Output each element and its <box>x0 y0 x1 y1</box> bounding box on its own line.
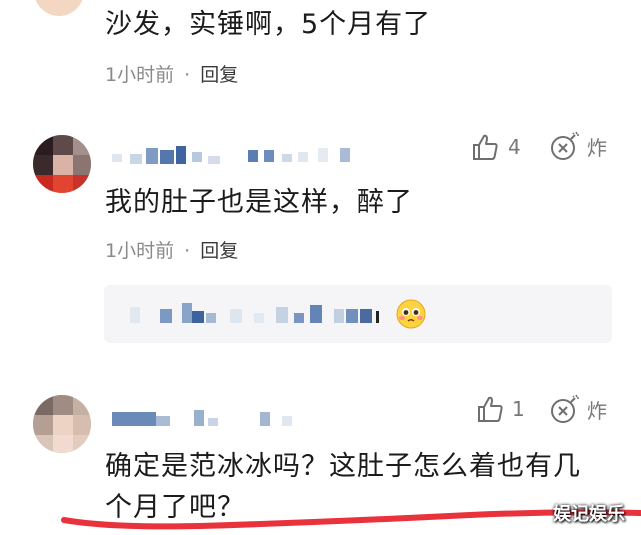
comment-1-text: 沙发，实锤啊，5个月有了 <box>105 9 432 40</box>
watermark: 娱记娱乐 <box>553 504 625 525</box>
comment-1-time: 1小时前 <box>105 64 175 86</box>
comment-2-bomb-label: 炸 <box>587 136 607 160</box>
comment-2-username[interactable] <box>112 146 362 166</box>
comment-2-reply-button[interactable]: 回复 <box>200 240 238 262</box>
comment-3-bomb-label: 炸 <box>587 399 607 423</box>
nested-reply-box[interactable] <box>104 285 612 343</box>
comment-1-reply-button[interactable]: 回复 <box>200 64 238 86</box>
comment-2-like-button[interactable]: 4 <box>470 132 526 164</box>
comment-2-text: 我的肚子也是这样，醉了 <box>105 187 413 218</box>
comment-3-like-button[interactable]: 1 <box>475 394 531 426</box>
avatar-comment-3[interactable] <box>33 395 91 453</box>
comment-2-like-count: 4 <box>508 135 521 159</box>
comment-3-bomb-button[interactable]: 炸 <box>549 393 613 427</box>
comment-3-text-line-1: 确定是范冰冰吗？这肚子怎么着也有几 <box>105 451 581 482</box>
bomb-icon <box>551 131 579 160</box>
nested-reply-username[interactable] <box>130 303 380 327</box>
comment-2-separator: · <box>184 240 191 262</box>
avatar-top[interactable] <box>34 0 84 16</box>
avatar-comment-2[interactable] <box>33 135 91 193</box>
emoji-icon <box>396 299 426 329</box>
comment-2-meta: 1小时前 · 回复 <box>105 236 238 263</box>
comment-2-bomb-button[interactable]: 炸 <box>549 130 613 164</box>
thumbs-up-icon <box>478 396 503 422</box>
bomb-icon <box>551 394 579 423</box>
comment-3-username[interactable] <box>112 408 312 430</box>
thumbs-up-icon <box>473 134 498 160</box>
comment-1-meta: 1小时前 · 回复 <box>105 60 238 87</box>
comment-1-separator: · <box>184 64 191 86</box>
comment-3-like-count: 1 <box>512 397 525 421</box>
red-underline-mark <box>61 509 641 530</box>
comment-2-time: 1小时前 <box>105 240 175 262</box>
